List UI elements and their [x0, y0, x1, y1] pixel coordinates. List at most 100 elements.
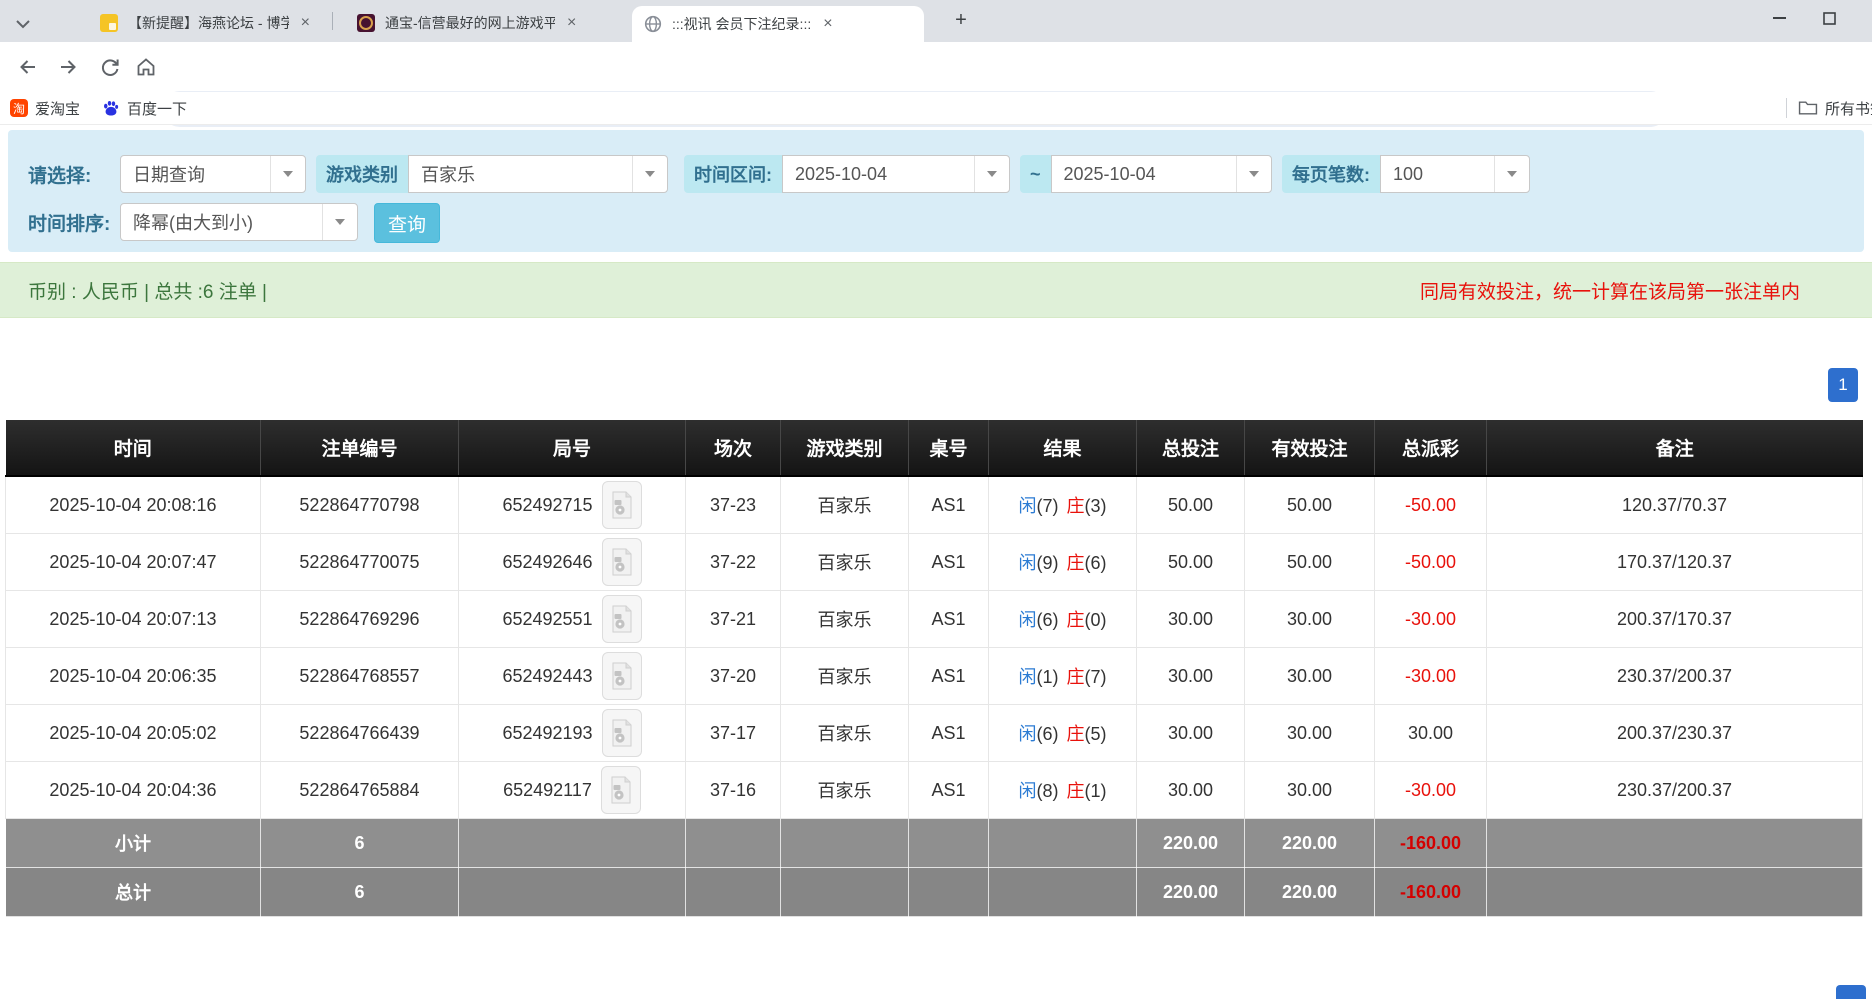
table-row: 2025-10-04 20:06:35 522864768557 6524924…	[6, 648, 1863, 705]
cell-total-bet[interactable]: 30.00	[1137, 705, 1245, 762]
cell-game: 百家乐	[781, 705, 909, 762]
col-round-id: 局号	[459, 420, 686, 476]
window-close-button[interactable]	[1856, 0, 1872, 36]
reload-icon[interactable]	[98, 55, 122, 79]
chevron-down-icon[interactable]	[1494, 156, 1529, 192]
cell-table: AS1	[909, 648, 989, 705]
page-size-value: 100	[1381, 156, 1494, 192]
date-end-select[interactable]: 2025-10-04	[1051, 155, 1272, 193]
cell-valid-bet: 30.00	[1245, 705, 1375, 762]
back-icon[interactable]	[16, 55, 40, 79]
chevron-down-icon[interactable]	[270, 156, 305, 192]
cell-total-bet[interactable]: 50.00	[1137, 476, 1245, 534]
new-tab-button[interactable]: +	[948, 8, 974, 34]
cell-round-id: 652492117	[459, 762, 686, 819]
summary-bar: 币别 : 人民币 | 总共 :6 注单 | 同局有效投注，统一计算在该局第一张注…	[0, 262, 1872, 318]
chevron-down-icon[interactable]	[632, 156, 667, 192]
cell-payout: -30.00	[1375, 648, 1487, 705]
tab-search-chevron-icon[interactable]	[16, 16, 30, 34]
video-replay-button[interactable]	[602, 538, 642, 586]
cell-result: 闲(8)庄(1)	[989, 762, 1137, 819]
cell-time: 2025-10-04 20:08:16	[6, 476, 261, 534]
search-button[interactable]: 查询	[374, 203, 440, 243]
tab-close-icon[interactable]: ×	[823, 15, 832, 33]
cell-table: AS1	[909, 591, 989, 648]
cell-game: 百家乐	[781, 591, 909, 648]
col-total-bet: 总投注	[1137, 420, 1245, 476]
tab-tongbao[interactable]: 通宝-信营最好的网上游戏平台 ×	[345, 8, 607, 38]
chevron-down-icon[interactable]	[1236, 156, 1271, 192]
folder-icon	[1798, 100, 1818, 116]
bookmarks-bar: 淘 爱淘宝 百度一下 所有书签	[0, 92, 1872, 125]
cell-payout: -30.00	[1375, 762, 1487, 819]
cell-remark: 230.37/200.37	[1487, 762, 1863, 819]
video-replay-button[interactable]	[602, 595, 642, 643]
tab-haiyan-forum[interactable]: 【新提醒】海燕论坛 - 博学交流 ×	[88, 8, 320, 38]
query-type-select[interactable]: 日期查询	[120, 155, 306, 193]
video-replay-button[interactable]	[602, 709, 642, 757]
tab-close-icon[interactable]: ×	[567, 14, 576, 32]
date-range-label: 时间区间:	[684, 155, 782, 193]
table-row: 2025-10-04 20:07:47 522864770075 6524926…	[6, 534, 1863, 591]
bookmark-label: 百度一下	[127, 98, 187, 119]
tab-title: 通宝-信营最好的网上游戏平台	[385, 13, 555, 33]
query-type-value: 日期查询	[121, 156, 270, 192]
cell-time: 2025-10-04 20:07:47	[6, 534, 261, 591]
cell-payout: -50.00	[1375, 534, 1487, 591]
all-bookmarks-button[interactable]: 所有书签	[1798, 96, 1872, 120]
tab-title: 【新提醒】海燕论坛 - 博学交流	[128, 13, 289, 33]
forward-icon[interactable]	[56, 55, 80, 79]
cell-game: 百家乐	[781, 534, 909, 591]
tab-bet-records-active[interactable]: :::视讯 会员下注纪录::: ×	[632, 6, 924, 42]
chevron-down-icon[interactable]	[322, 204, 357, 240]
cell-result: 闲(6)庄(0)	[989, 591, 1137, 648]
col-remark: 备注	[1487, 420, 1863, 476]
cell-table: AS1	[909, 476, 989, 534]
cell-table: AS1	[909, 705, 989, 762]
cell-remark: 170.37/120.37	[1487, 534, 1863, 591]
table-row: 2025-10-04 20:07:13 522864769296 6524925…	[6, 591, 1863, 648]
cell-result: 闲(9)庄(6)	[989, 534, 1137, 591]
total-count: 6	[261, 868, 459, 917]
home-icon[interactable]	[134, 55, 158, 79]
tab-close-icon[interactable]: ×	[301, 14, 310, 32]
game-type-value: 百家乐	[409, 156, 632, 192]
cell-total-bet[interactable]: 30.00	[1137, 648, 1245, 705]
bookmark-aitaobao[interactable]: 淘 爱淘宝	[10, 96, 80, 120]
cell-bet-id: 522864765884	[261, 762, 459, 819]
date-start-select[interactable]: 2025-10-04	[782, 155, 1010, 193]
cell-bet-id: 522864766439	[261, 705, 459, 762]
cell-game: 百家乐	[781, 476, 909, 534]
chevron-down-icon[interactable]	[974, 156, 1009, 192]
video-replay-button[interactable]	[601, 766, 641, 814]
bookmark-baidu[interactable]: 百度一下	[102, 96, 187, 120]
cell-total-bet[interactable]: 30.00	[1137, 591, 1245, 648]
cell-session: 37-21	[686, 591, 781, 648]
subtotal-total-bet: 220.00	[1137, 819, 1245, 868]
cell-payout: 30.00	[1375, 705, 1487, 762]
video-replay-button[interactable]	[602, 652, 642, 700]
page-size-select[interactable]: 100	[1380, 155, 1530, 193]
total-label: 总计	[6, 868, 261, 917]
round-id: 652492646	[502, 552, 592, 573]
cell-session: 37-20	[686, 648, 781, 705]
video-replay-button[interactable]	[602, 481, 642, 529]
cell-payout: -30.00	[1375, 591, 1487, 648]
tongbao-favicon	[357, 14, 375, 32]
select-type-label: 请选择:	[28, 155, 91, 193]
bottom-page-button-partial[interactable]	[1836, 985, 1866, 999]
page-1-button[interactable]: 1	[1828, 368, 1858, 402]
game-type-select[interactable]: 百家乐	[408, 155, 668, 193]
cell-game: 百家乐	[781, 648, 909, 705]
cell-payout: -50.00	[1375, 476, 1487, 534]
cell-total-bet[interactable]: 50.00	[1137, 534, 1245, 591]
cell-session: 37-22	[686, 534, 781, 591]
window-minimize-button[interactable]	[1756, 0, 1802, 36]
table-row: 2025-10-04 20:05:02 522864766439 6524921…	[6, 705, 1863, 762]
window-maximize-button[interactable]	[1806, 0, 1852, 36]
sort-select[interactable]: 降幂(由大到小)	[120, 203, 358, 241]
col-game: 游戏类别	[781, 420, 909, 476]
round-id: 652492443	[502, 666, 592, 687]
cell-bet-id: 522864770075	[261, 534, 459, 591]
cell-total-bet[interactable]: 30.00	[1137, 762, 1245, 819]
